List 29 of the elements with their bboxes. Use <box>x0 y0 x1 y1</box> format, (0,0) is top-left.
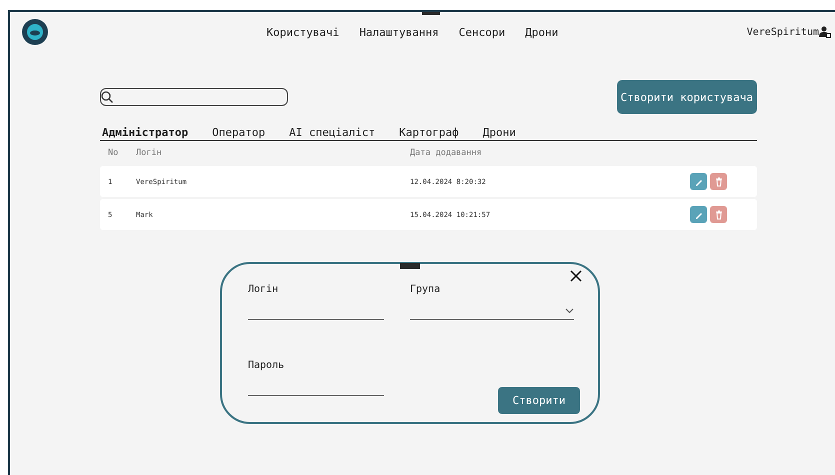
logo-icon <box>22 19 48 45</box>
role-tab[interactable]: Адміністратор <box>102 126 188 139</box>
trash-icon <box>714 176 724 186</box>
create-button[interactable]: Створити <box>498 387 580 414</box>
field-label: Група <box>410 284 442 295</box>
column-header: No <box>108 148 120 158</box>
field-label: Пароль <box>248 360 286 371</box>
role-tab[interactable]: Дрони <box>482 126 516 139</box>
column-header: Логін <box>136 148 163 158</box>
role-tab[interactable]: Картограф <box>399 126 459 139</box>
drag-handle[interactable] <box>400 263 420 269</box>
nav-link[interactable]: Користувачі <box>266 26 340 38</box>
edit-button[interactable] <box>690 173 707 190</box>
chevron-icon <box>565 308 574 314</box>
nav-link[interactable]: Налаштування <box>359 26 439 38</box>
create-user-button[interactable]: Створити користувача <box>616 80 757 114</box>
column-header: Дата додавання <box>410 148 483 158</box>
role-tab[interactable]: Оператор <box>212 126 266 139</box>
search-icon <box>101 91 113 103</box>
field-label: Логін <box>248 284 280 295</box>
trash-icon <box>714 210 724 220</box>
role-tab[interactable]: AI спеціаліст <box>289 126 376 139</box>
nav-link[interactable]: Дрони <box>525 26 558 38</box>
nav-link[interactable]: Сенсори <box>458 26 506 38</box>
edit-button[interactable] <box>690 206 707 223</box>
user-icon[interactable] <box>819 26 831 38</box>
search-field[interactable] <box>100 88 288 106</box>
close-icon[interactable] <box>570 270 582 282</box>
user-name: VereSpiritum <box>746 26 819 38</box>
